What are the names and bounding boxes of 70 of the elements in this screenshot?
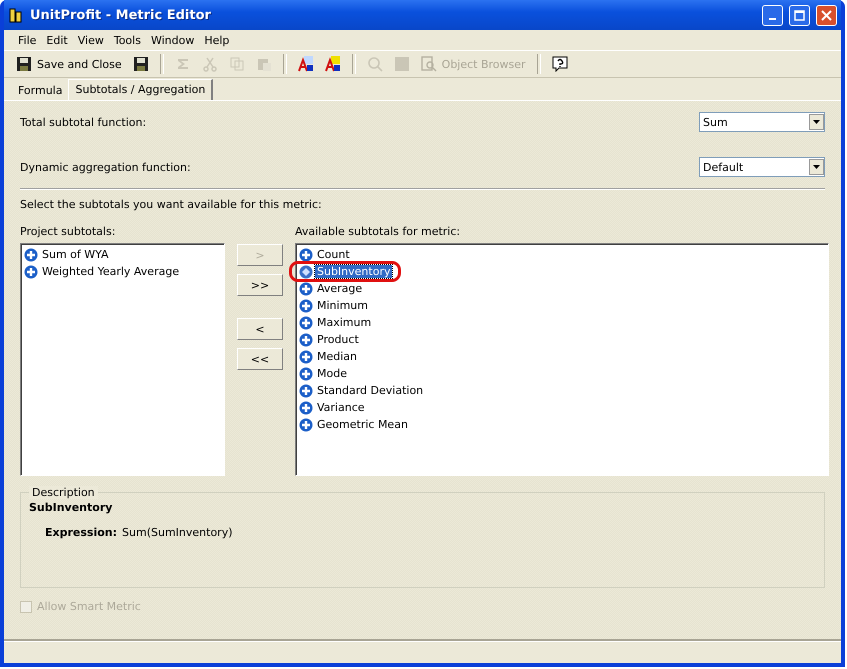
plus-icon: [299, 332, 313, 346]
plus-icon: [24, 248, 38, 262]
plus-icon: [299, 366, 313, 380]
dropdown[interactable]: Default: [699, 157, 825, 177]
plus-icon: [299, 248, 313, 262]
plus-icon: [299, 282, 313, 296]
list-item[interactable]: Variance: [315, 401, 367, 414]
menu-item[interactable]: Tools: [110, 32, 145, 48]
menu-item[interactable]: Edit: [42, 32, 72, 48]
list-item[interactable]: Product: [315, 333, 361, 346]
dropdown-arrow-icon: [813, 120, 820, 124]
spelling-icon: [298, 56, 314, 72]
field-label: Dynamic aggregation function:: [20, 160, 191, 174]
field-label: Total subtotal function:: [20, 116, 146, 128]
plus-icon: [299, 384, 313, 398]
expression-text: Sum(SumInventory): [122, 526, 232, 539]
minimize-icon: [769, 18, 776, 20]
plus-icon: [24, 264, 38, 278]
save-and-close-button[interactable]: Save and Close: [12, 53, 126, 75]
spelling-icon: [324, 56, 341, 72]
list-item[interactable]: Median: [315, 350, 360, 363]
square-icon: [394, 56, 410, 72]
magnifier-icon: [420, 56, 437, 72]
list-item[interactable]: Sum of WYA: [40, 248, 111, 261]
plus-icon: [299, 350, 313, 364]
subtotal-icon: [299, 264, 313, 278]
list-item[interactable]: Mode: [315, 367, 349, 380]
list-item[interactable]: Standard Deviation: [315, 384, 426, 397]
menu-item[interactable]: File: [14, 32, 40, 48]
plus-icon: [299, 418, 313, 432]
list-item[interactable]: Count: [315, 248, 352, 261]
plus-icon: [299, 298, 313, 312]
list-item[interactable]: Maximum: [315, 316, 374, 329]
project-subtotals-list[interactable]: Sum of WYA Weighted Yearly Average: [20, 243, 225, 476]
list-label: Available subtotals for metric:: [295, 225, 460, 238]
close-button[interactable]: [816, 4, 837, 26]
list-item[interactable]: Minimum: [315, 299, 370, 312]
subtotal-name: SubInventory: [29, 501, 114, 514]
plus-icon: [299, 400, 313, 414]
list-label: Project subtotals:: [20, 225, 116, 238]
menu-item[interactable]: Help: [200, 32, 234, 48]
list-item[interactable]: Average: [315, 282, 364, 295]
maximize-icon: [794, 10, 805, 20]
instruction-text: Select the subtotals you want available for this metric:: [20, 198, 323, 211]
dropdown[interactable]: Sum: [699, 112, 825, 132]
list-item[interactable]: SubInventory: [315, 265, 392, 278]
tab[interactable]: Formula: [12, 81, 68, 100]
close-icon: [821, 10, 832, 20]
list-item[interactable]: Geometric Mean: [315, 418, 410, 431]
list-item[interactable]: Weighted Yearly Average: [40, 265, 182, 278]
scissors-icon: [202, 56, 218, 72]
checkbox-label: Allow Smart Metric: [37, 600, 141, 613]
paste-icon: [256, 56, 272, 72]
plus-icon: [299, 316, 313, 330]
maximize-button[interactable]: [789, 4, 810, 26]
magnifier-icon: [366, 56, 383, 72]
help-icon: [552, 56, 568, 72]
app-icon: [8, 7, 24, 23]
move-button[interactable]: <<: [237, 348, 283, 370]
move-button[interactable]: <: [237, 318, 283, 340]
group-legend: Description: [29, 486, 98, 499]
copy-icon: [228, 56, 245, 72]
move-button[interactable]: >>: [237, 274, 283, 296]
menu-item[interactable]: Window: [146, 32, 198, 48]
minimize-button[interactable]: [762, 4, 783, 26]
expression-label: Expression:: [45, 526, 118, 539]
dropdown-arrow-icon: [813, 165, 820, 169]
window-title: UnitProfit - Metric Editor: [30, 8, 212, 22]
menu-item[interactable]: View: [74, 32, 108, 48]
tab[interactable]: Subtotals / Aggregation: [68, 79, 214, 100]
